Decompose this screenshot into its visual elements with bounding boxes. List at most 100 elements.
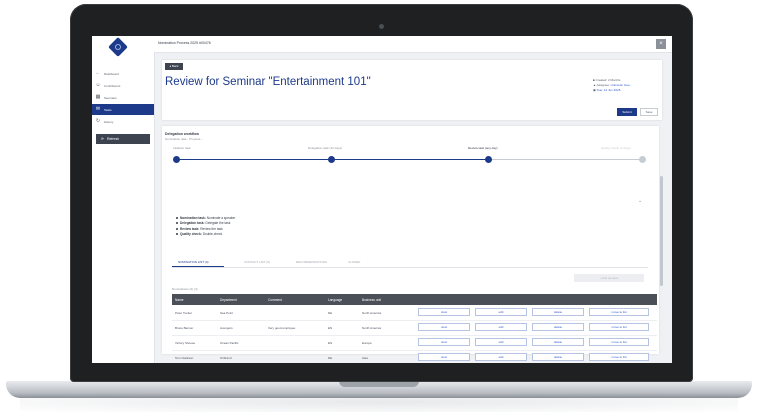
cell-unit: North America: [362, 326, 382, 330]
tab-contact-list[interactable]: CONTACT LIST (0): [244, 260, 270, 264]
move-to-list-button[interactable]: move to list: [589, 338, 649, 346]
timeline-step-dot: [639, 156, 646, 163]
workflow-timeline: Initiation task Delegation task (12 days…: [173, 146, 646, 164]
submit-button[interactable]: Submit: [617, 108, 637, 116]
add-speaker-button[interactable]: + Add speaker: [574, 274, 644, 282]
save-button[interactable]: Save: [640, 108, 658, 116]
cell-comment: Very good employee: [268, 326, 296, 330]
task-header: ◂ Back Review for Seminar "Entertainment…: [162, 60, 662, 120]
list-item: Quality check: Double-check: [176, 232, 235, 237]
cell-name: Peter Tucker: [175, 311, 193, 315]
table-row: Bruce Banner Avengers Very good employee…: [172, 320, 657, 336]
sidebar-item-label: History: [104, 119, 114, 124]
chevron-down-icon[interactable]: ⌄: [638, 198, 642, 204]
task-content: Delegation workflow Nomination task · Pr…: [162, 126, 659, 361]
table-row: Peter Tucker Sea Point DE North America …: [172, 305, 657, 321]
column-header: Department: [220, 298, 237, 302]
brand-logo: [108, 37, 128, 57]
table-caption: Nominations (4) (4): [172, 287, 198, 291]
cell-language: DE: [328, 356, 333, 360]
workflow-title: Delegation workflow: [165, 132, 200, 136]
edit-button[interactable]: edit: [475, 353, 527, 361]
cell-unit: North America: [362, 311, 382, 315]
view-button[interactable]: view: [418, 338, 470, 346]
timeline-step-dot: [328, 156, 335, 163]
move-to-list-button[interactable]: move to list: [589, 308, 649, 316]
tab-bar: NOMINATION LIST (4) CONTACT LIST (0) REC…: [172, 260, 648, 268]
cell-name: Victory Shouse: [175, 341, 196, 345]
delete-button[interactable]: delete: [532, 308, 584, 316]
delete-button[interactable]: delete: [532, 353, 584, 361]
table-row: Victory Shouse Ocean Pacific EN Europe v…: [172, 335, 657, 351]
tab-closed[interactable]: CLOSED: [348, 260, 360, 264]
user-icon: ☺: [95, 82, 101, 88]
cell-language: EN: [328, 341, 333, 345]
scrollbar-thumb[interactable]: [660, 176, 663, 286]
top-bar: Nomination Process 2025 #00476 ×: [154, 36, 672, 53]
view-button[interactable]: view: [418, 308, 470, 316]
refresh-button[interactable]: ⟳ Refresh: [96, 134, 150, 144]
task-description: Nomination task: Nominate a speaker Dele…: [176, 216, 235, 237]
sidebar-nav: ← Dashboard ☺ Contributors ▦ Seminars ✉ …: [92, 68, 154, 128]
sidebar-item-label: Dashboard: [104, 71, 119, 76]
sidebar-item-dashboard[interactable]: ← Dashboard: [92, 68, 154, 79]
timeline-step-dot: [485, 156, 492, 163]
sidebar-item-contributors[interactable]: ☺ Contributors: [92, 80, 154, 91]
move-to-list-button[interactable]: move to list: [589, 323, 649, 331]
view-button[interactable]: view: [418, 353, 470, 361]
cell-language: DE: [328, 311, 333, 315]
refresh-icon: ⟳: [101, 137, 104, 141]
assignee-link[interactable]: Unknown Gue...: [611, 83, 633, 87]
tab-recommendations[interactable]: RECOMMENDATIONS: [296, 260, 327, 264]
cell-department: Ozbrand: [220, 356, 232, 360]
sidebar-item-label: Seminars: [104, 95, 117, 100]
history-icon: ↻: [95, 118, 101, 124]
timeline-step-label: Quality check (3 days): [601, 146, 631, 150]
view-button[interactable]: view: [418, 323, 470, 331]
cell-department: Ocean Pacific: [220, 341, 239, 345]
table-row: Tom Clarkson Ozbrand DE Asia view edit d…: [172, 350, 657, 363]
page-title: Review for Seminar "Entertainment 101": [165, 76, 371, 88]
timeline-step-label: Delegation task (12 days): [308, 146, 343, 150]
back-button[interactable]: ◂ Back: [165, 63, 183, 70]
timeline-remaining: [489, 159, 643, 160]
sidebar-item-tasks[interactable]: ✉ Tasks: [92, 104, 154, 115]
move-to-list-button[interactable]: move to list: [589, 353, 649, 361]
edit-button[interactable]: edit: [475, 323, 527, 331]
table-header: Name Department Comment Language Busines…: [172, 294, 657, 305]
column-header: Business unit: [362, 298, 381, 302]
sidebar-item-seminars[interactable]: ▦ Seminars: [92, 92, 154, 103]
sidebar: ← Dashboard ☺ Contributors ▦ Seminars ✉ …: [92, 36, 155, 363]
cell-name: Tom Clarkson: [175, 356, 194, 360]
cell-department: Avengers: [220, 326, 233, 330]
edit-button[interactable]: edit: [475, 308, 527, 316]
workflow-subtitle: Nomination task · Proposa...: [165, 137, 203, 141]
inbox-icon: ✉: [95, 106, 101, 112]
delete-button[interactable]: delete: [532, 323, 584, 331]
timeline-step-label: Review task (any day): [468, 146, 498, 150]
timeline-step-dot: [173, 156, 180, 163]
delete-button[interactable]: delete: [532, 338, 584, 346]
cell-department: Sea Point: [220, 311, 234, 315]
edit-button[interactable]: edit: [475, 338, 527, 346]
arrow-left-icon: ←: [95, 70, 101, 76]
task-meta: ■ Created: 2 Months ▲ Assignee: Unknown …: [593, 78, 632, 93]
refresh-label: Refresh: [106, 137, 120, 141]
tab-nomination-list[interactable]: NOMINATION LIST (4): [178, 260, 209, 264]
camera-icon: [379, 24, 384, 29]
active-tab-indicator: [172, 266, 224, 267]
sidebar-item-label: Tasks: [104, 107, 112, 112]
column-header: Language: [328, 298, 343, 302]
column-header: Comment: [268, 298, 282, 302]
cell-unit: Europe: [362, 341, 372, 345]
laptop-bezel: ← Dashboard ☺ Contributors ▦ Seminars ✉ …: [70, 4, 693, 382]
breadcrumb: Nomination Process 2025 #00476: [158, 41, 211, 45]
cell-language: EN: [328, 326, 333, 330]
sidebar-item-history[interactable]: ↻ History: [92, 116, 154, 127]
sidebar-item-label: Contributors: [104, 83, 121, 88]
timeline-step-label: Initiation task: [173, 146, 191, 150]
due-info: ▣ Due: 14 Jun 2025: [593, 88, 621, 92]
close-icon[interactable]: ×: [656, 39, 666, 49]
app-screen: ← Dashboard ☺ Contributors ▦ Seminars ✉ …: [92, 36, 672, 363]
calendar-icon: ▦: [95, 94, 101, 100]
